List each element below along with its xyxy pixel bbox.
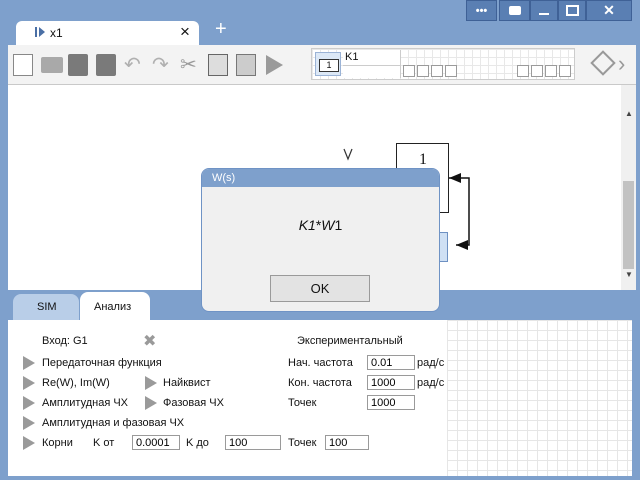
scroll-thumb[interactable] [623,181,634,269]
k-to-label: K до [186,437,209,449]
palette-cell[interactable] [403,65,415,77]
start-freq-label: Нач. частота [288,357,353,369]
run-amplitude-icon[interactable] [23,396,35,410]
phase-button[interactable]: Фазовая ЧХ [163,397,224,409]
dialog-title: W(s) [202,169,439,187]
more-button[interactable]: ••• [466,0,497,21]
minimize-button[interactable] [530,0,558,21]
maximize-button[interactable] [558,0,586,21]
k-to-field[interactable] [225,435,281,450]
dots-icon: ••• [475,4,488,17]
run-nyquist-icon[interactable] [145,376,157,390]
rotate-icon[interactable] [590,50,616,76]
copy-icon[interactable] [208,54,228,76]
tab-title: x1 [50,26,63,40]
cut-icon[interactable]: ✂ [180,52,197,77]
scroll-down-icon[interactable]: ▼ [625,270,633,279]
roots-points-label: Точек [288,437,317,449]
scroll-up-icon[interactable]: ▲ [625,109,633,118]
nyquist-button[interactable]: Найквист [163,377,211,389]
input-label: Вход: G1 [42,335,88,347]
k1-label: K1 [345,51,359,63]
palette-cell[interactable] [517,65,529,77]
new-tab-button[interactable]: + [215,18,227,41]
end-freq-field[interactable] [367,375,415,390]
right-edge [632,320,636,476]
minimize-icon [539,12,549,15]
toolbar: ↶ ↷ ✂ 1 K1 › [8,45,636,85]
tab-sim[interactable]: SIM [13,294,79,320]
run-phase-icon[interactable] [145,396,157,410]
transfer-function-button[interactable]: Передаточная функция [42,357,162,369]
run-transfer-function-icon[interactable] [23,356,35,370]
formula-w: W [321,217,335,233]
paste-icon[interactable] [236,54,256,76]
palette-cell[interactable] [531,65,543,77]
undo-icon[interactable]: ↶ [124,52,141,77]
re-im-button[interactable]: Re(W), Im(W) [42,377,110,389]
model-icon [35,27,37,37]
chevron-right-icon[interactable]: › [618,51,625,77]
run-re-im-icon[interactable] [23,376,35,390]
formula-k: K1 [298,217,316,233]
maximize-icon [565,5,579,16]
palette-cell[interactable] [417,65,429,77]
close-icon: ✕ [603,2,615,18]
tab-close-icon[interactable]: × [180,22,190,42]
roots-button[interactable]: Корни [42,437,73,449]
k-from-field[interactable] [132,435,180,450]
analysis-panel: Вход: G1 ✖ Экспериментальный Передаточна… [8,320,447,476]
exp-points-label: Точек [288,397,317,409]
experimental-label: Экспериментальный [297,335,403,347]
open-folder-icon[interactable] [41,57,63,73]
formula-sub: 1 [334,217,343,233]
camera-icon [508,6,521,15]
k1-cell[interactable]: K1 [343,50,401,78]
save-icon[interactable] [68,54,88,76]
run-roots-icon[interactable] [23,436,35,450]
save-as-icon[interactable] [96,54,116,76]
play-mark-icon [39,27,45,37]
remove-input-icon[interactable]: ✖ [143,331,156,351]
palette-cell[interactable] [445,65,457,77]
redo-icon[interactable]: ↷ [152,52,169,77]
formula: K1*W1 [202,217,439,233]
exp-points-field[interactable] [367,395,415,410]
document-tab[interactable]: x1 × [16,21,199,45]
amp-phase-button[interactable]: Амплитудная и фазовая ЧХ [42,417,184,429]
transfer-function-dialog: W(s) K1*W1 OK [201,168,440,312]
plot-area[interactable] [447,320,632,476]
run-amp-phase-icon[interactable] [23,416,35,430]
roots-points-field[interactable] [325,435,369,450]
start-freq-field[interactable] [367,355,415,370]
start-freq-unit: рад/с [417,357,445,369]
tab-sim-label: SIM [37,301,57,313]
block-1-button[interactable]: 1 [315,52,341,76]
end-freq-unit: рад/с [417,377,445,389]
palette-cell[interactable] [559,65,571,77]
vertical-scrollbar[interactable]: ▲ ▼ [621,85,636,290]
block-1-label: 1 [319,59,339,72]
k-from-label: K от [93,437,115,449]
snapshot-button[interactable] [499,0,530,21]
close-window-button[interactable]: ✕ [586,0,632,21]
new-file-icon[interactable] [13,54,33,76]
tab-analysis[interactable]: Анализ [80,292,150,320]
tab-analysis-label: Анализ [94,301,132,313]
palette-cell[interactable] [431,65,443,77]
end-freq-label: Кон. частота [288,377,352,389]
run-icon[interactable] [266,55,283,75]
amplitude-button[interactable]: Амплитудная ЧХ [42,397,128,409]
palette-cell[interactable] [545,65,557,77]
ok-button[interactable]: OK [270,275,370,302]
block-palette: 1 K1 [311,48,575,80]
